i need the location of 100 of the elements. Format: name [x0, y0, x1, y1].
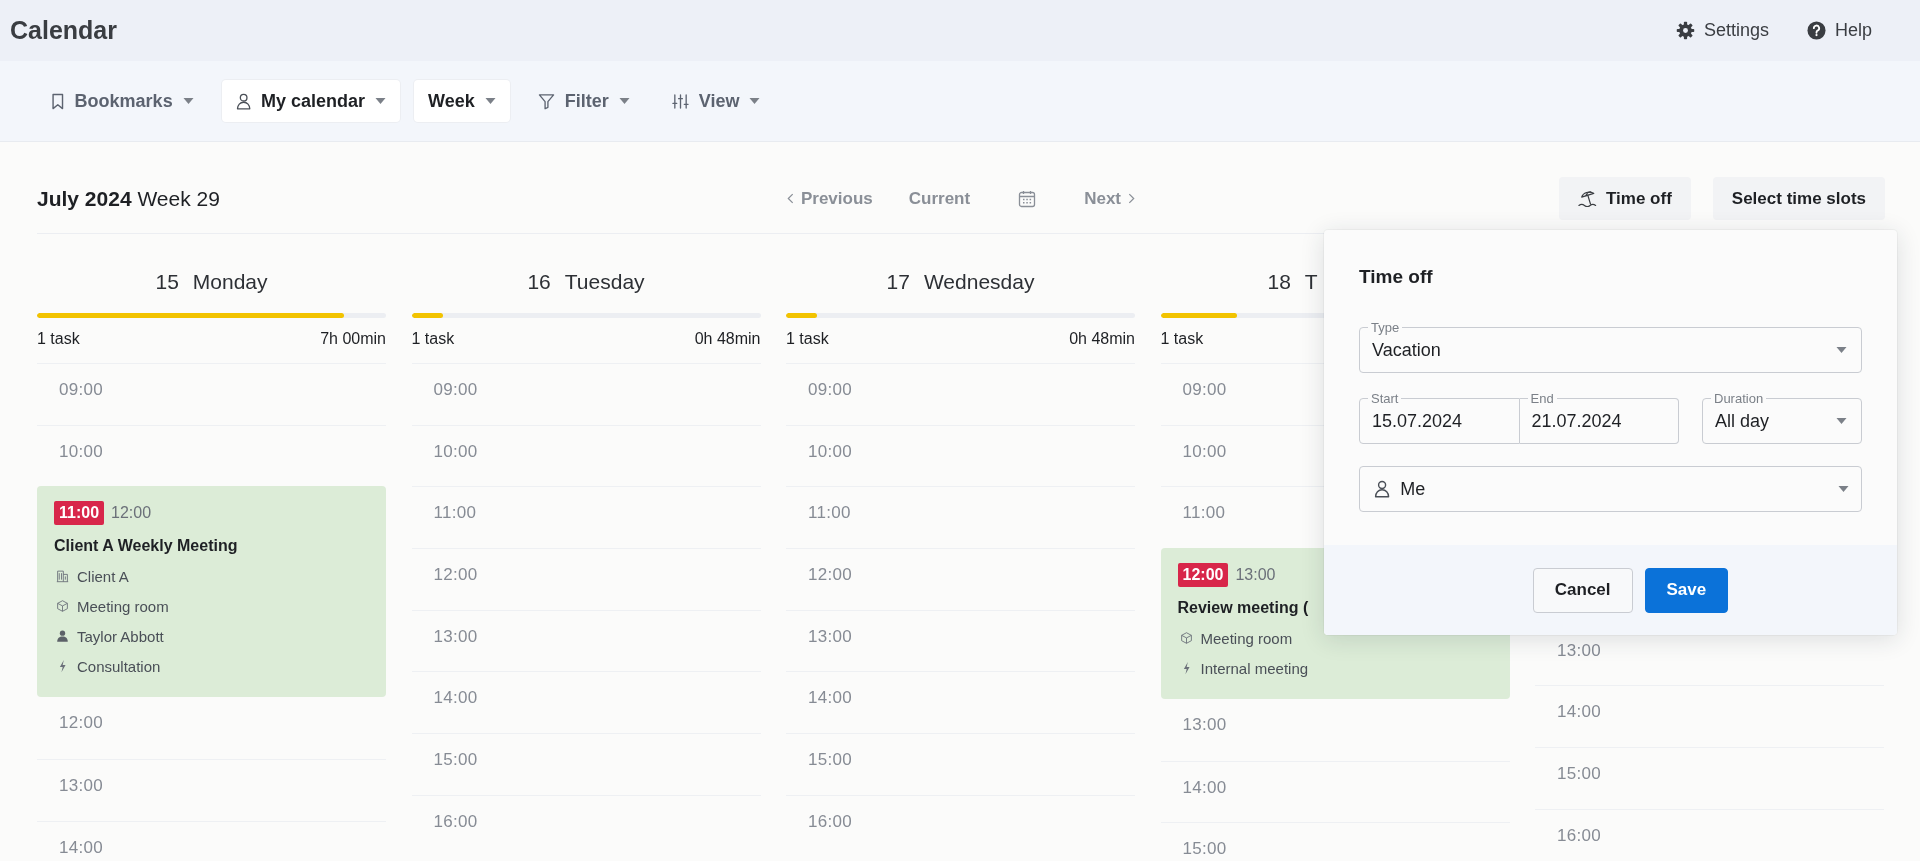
type-dropdown[interactable]: Type Vacation [1359, 321, 1862, 373]
event-title: Review meeting ( [1177, 599, 1310, 618]
building-icon [56, 569, 69, 584]
calendar-icon[interactable] [1018, 189, 1037, 208]
caret-icon [375, 98, 386, 104]
settings-link[interactable]: Settings [1675, 20, 1769, 41]
hour-label: 09:00 [808, 379, 853, 401]
dialog-title: Time off [1359, 266, 1434, 288]
hour-label: 15:00 [1557, 763, 1602, 786]
cube-icon [1179, 631, 1193, 646]
settings-icon [1675, 21, 1695, 40]
save-button[interactable]: Save [1644, 567, 1729, 613]
hour-label: 14:00 [433, 687, 478, 710]
toolbar-dropdown[interactable]: Week [414, 80, 510, 122]
end-date-field[interactable]: End 21.07.2024 [1519, 392, 1679, 444]
hour-label: 14:00 [59, 836, 104, 859]
event-detail: Taylor Abbott [77, 627, 164, 645]
sliders-icon [671, 92, 689, 110]
start-date-field[interactable]: Start 15.07.2024 [1359, 392, 1520, 444]
hour-label: 13:00 [59, 775, 104, 798]
hour-label: 11:00 [1182, 502, 1226, 525]
chevron-right-icon [1128, 193, 1136, 204]
hour-label: 10:00 [433, 440, 478, 463]
event-detail: Client A [77, 567, 129, 585]
hour-label: 11:00 [808, 502, 851, 525]
event-detail: Consultation [77, 657, 161, 675]
person-icon [235, 92, 251, 110]
hour-label: 12:00 [433, 564, 478, 587]
caret-icon [1836, 347, 1847, 353]
task-count: 1 task [411, 330, 455, 348]
help-icon [1806, 21, 1826, 40]
end-time: 12:00 [111, 504, 152, 523]
hour-label: 14:00 [1557, 701, 1602, 724]
planned-duration: 7h 00min [320, 330, 386, 348]
time-off-button[interactable]: Time off [1558, 177, 1691, 220]
hour-label: 14:00 [808, 687, 853, 710]
help-link[interactable]: Help [1806, 20, 1872, 41]
day-name: Wednesday [923, 270, 1035, 294]
hour-label: 13:00 [1182, 714, 1227, 737]
day-name: T [1304, 270, 1318, 294]
period-title: July 2024 Week 29 [37, 186, 221, 211]
caret-icon [749, 98, 761, 104]
hour-label: 13:00 [808, 625, 853, 648]
event-card[interactable]: 11:00 12:00 Client A Weekly Meeting Client A Meeting room Taylor Abbott Consultation [37, 486, 386, 698]
day-number: 16 [527, 270, 551, 294]
event-detail: Meeting room [1200, 629, 1293, 647]
hour-label: 16:00 [808, 810, 853, 833]
task-count: 1 task [786, 330, 829, 348]
toolbar-dropdown[interactable]: My calendar [221, 80, 400, 122]
day-number: 15 [155, 270, 179, 294]
event-title: Client A Weekly Meeting [54, 537, 239, 556]
hour-label: 14:00 [1182, 776, 1227, 799]
start-time: 11:00 [54, 501, 105, 526]
hour-label: 10:00 [808, 440, 853, 463]
day-number: 18 [1267, 270, 1291, 294]
planned-duration: 0h 48min [694, 330, 761, 348]
hour-label: 13:00 [433, 625, 478, 648]
bookmark-icon [51, 92, 65, 110]
caret-icon [182, 98, 194, 104]
toolbar-dropdown[interactable]: View [657, 80, 775, 122]
toolbar-dropdown[interactable]: Filter [523, 80, 644, 122]
hour-label: 13:00 [1557, 639, 1602, 662]
person-icon [1374, 480, 1391, 498]
hour-label: 09:00 [59, 379, 104, 401]
beach-umbrella-icon [1577, 190, 1598, 207]
planned-duration: 0h 48min [1069, 330, 1135, 348]
filter-icon [537, 92, 555, 110]
day-number: 17 [886, 270, 910, 294]
hour-label: 10:00 [1182, 440, 1227, 463]
task-count: 1 task [37, 330, 80, 348]
hour-label: 16:00 [433, 810, 478, 833]
task-count: 1 task [1160, 330, 1204, 348]
hour-label: 15:00 [433, 749, 478, 772]
select-time-slots-button[interactable]: Select time slots [1712, 177, 1885, 220]
person-dropdown[interactable]: Me [1359, 466, 1862, 512]
caret-icon [618, 98, 630, 104]
hour-label: 16:00 [1557, 824, 1602, 847]
hour-label: 15:00 [808, 749, 853, 772]
duration-dropdown[interactable]: Duration All day [1702, 392, 1862, 444]
event-detail: Meeting room [77, 597, 169, 615]
app-title: Calendar [10, 16, 117, 45]
hour-label: 15:00 [1182, 838, 1227, 861]
hour-label: 09:00 [433, 379, 478, 401]
caret-icon [1836, 418, 1847, 424]
day-name: Tuesday [564, 270, 645, 294]
hour-label: 12:00 [59, 712, 104, 735]
chevron-left-icon [786, 193, 794, 204]
cube-icon [56, 599, 69, 614]
hour-label: 10:00 [59, 440, 104, 463]
caret-icon [1838, 486, 1849, 492]
toolbar-dropdown[interactable]: Bookmarks [37, 80, 208, 122]
start-time: 12:00 [1177, 563, 1229, 588]
cancel-button[interactable]: Cancel [1532, 567, 1633, 613]
end-time: 13:00 [1235, 566, 1276, 585]
hour-label: 09:00 [1182, 379, 1227, 401]
hour-label: 12:00 [808, 564, 853, 587]
caret-icon [484, 98, 496, 104]
event-detail: Internal meeting [1200, 659, 1309, 677]
day-name: Monday [192, 270, 268, 294]
person-icon [56, 629, 69, 644]
